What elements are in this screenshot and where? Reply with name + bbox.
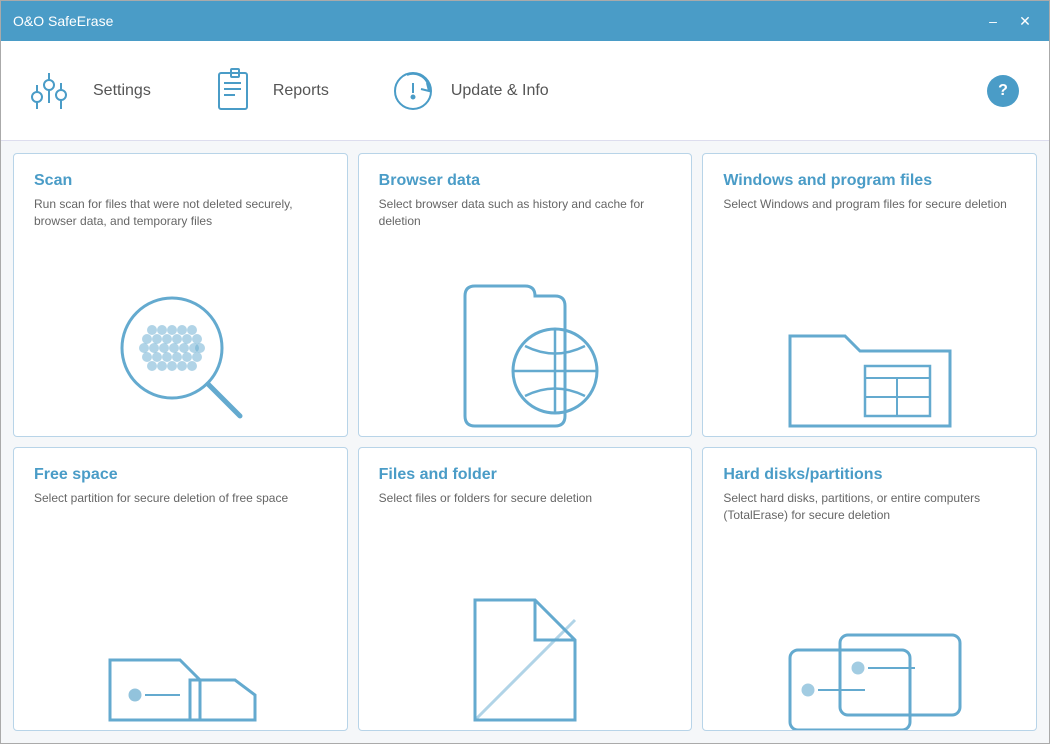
settings-nav[interactable]: Settings	[31, 67, 151, 115]
scan-icon	[100, 276, 260, 436]
titlebar-controls: – ✕	[981, 9, 1037, 33]
tile-files-desc: Select files or folders for secure delet…	[379, 490, 672, 507]
help-button[interactable]: ?	[987, 75, 1019, 107]
reports-label: Reports	[273, 82, 329, 100]
update-label: Update & Info	[451, 82, 549, 100]
update-icon	[389, 67, 437, 115]
tile-windows-title: Windows and program files	[723, 172, 1016, 190]
tile-windows-icon-area	[723, 213, 1016, 436]
app-window: O&O SafeErase – ✕ Settings	[0, 0, 1050, 744]
toolbar: Settings Reports Update & Info ?	[1, 41, 1049, 141]
reports-icon	[211, 67, 259, 115]
tile-browser-icon-area	[379, 230, 672, 436]
tile-scan-desc: Run scan for files that were not deleted…	[34, 196, 327, 230]
update-nav[interactable]: Update & Info	[389, 67, 549, 115]
tile-scan-icon-area	[34, 230, 327, 436]
tile-freespace-title: Free space	[34, 466, 327, 484]
reports-nav[interactable]: Reports	[211, 67, 329, 115]
close-button[interactable]: ✕	[1013, 9, 1037, 33]
tile-files[interactable]: Files and folder Select files or folders…	[358, 447, 693, 731]
tile-files-title: Files and folder	[379, 466, 672, 484]
tile-harddisks[interactable]: Hard disks/partitions Select hard disks,…	[702, 447, 1037, 731]
tile-browser[interactable]: Browser data Select browser data such as…	[358, 153, 693, 437]
tile-files-icon-area	[379, 507, 672, 730]
tile-harddisks-title: Hard disks/partitions	[723, 466, 1016, 484]
tile-scan[interactable]: Scan Run scan for files that were not de…	[13, 153, 348, 437]
tile-windows-desc: Select Windows and program files for sec…	[723, 196, 1016, 213]
files-icon	[425, 580, 625, 730]
settings-label: Settings	[93, 82, 151, 100]
titlebar: O&O SafeErase – ✕	[1, 1, 1049, 41]
main-grid: Scan Run scan for files that were not de…	[1, 141, 1049, 743]
windows-icon	[770, 286, 970, 436]
harddisks-icon	[770, 580, 970, 730]
browser-icon	[425, 276, 625, 436]
settings-icon	[31, 67, 79, 115]
minimize-button[interactable]: –	[981, 9, 1005, 33]
tile-freespace-desc: Select partition for secure deletion of …	[34, 490, 327, 507]
app-title: O&O SafeErase	[13, 13, 113, 29]
tile-windows[interactable]: Windows and program files Select Windows…	[702, 153, 1037, 437]
tile-browser-title: Browser data	[379, 172, 672, 190]
tile-freespace[interactable]: Free space Select partition for secure d…	[13, 447, 348, 731]
tile-browser-desc: Select browser data such as history and …	[379, 196, 672, 230]
tile-harddisks-icon-area	[723, 524, 1016, 730]
tile-freespace-icon-area	[34, 507, 327, 730]
tile-scan-title: Scan	[34, 172, 327, 190]
freespace-icon	[80, 580, 280, 730]
tile-harddisks-desc: Select hard disks, partitions, or entire…	[723, 490, 1016, 524]
